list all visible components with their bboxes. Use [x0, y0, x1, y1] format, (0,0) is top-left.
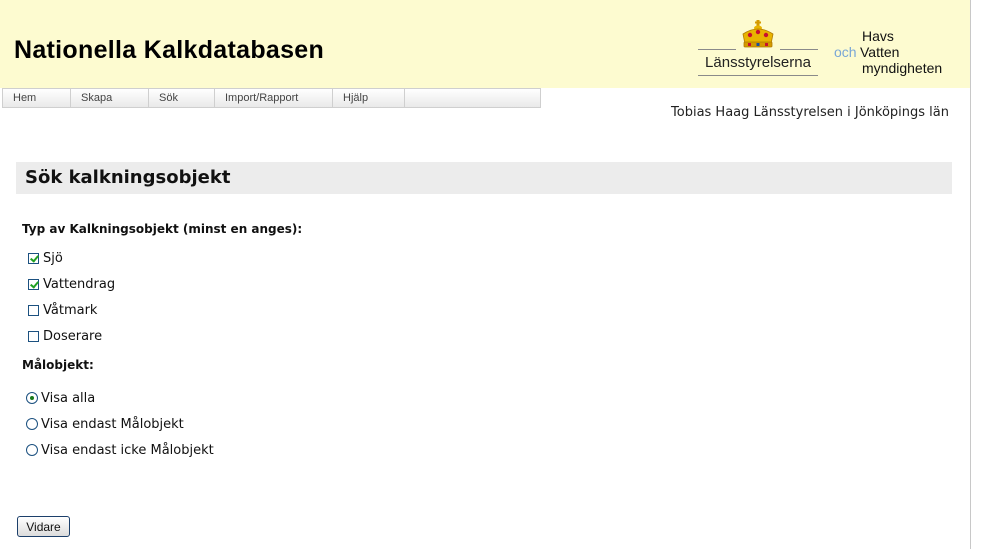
checkbox-vatmark[interactable]: Våtmark	[28, 302, 97, 318]
lansstyrelserna-logo: Länsstyrelserna	[696, 20, 820, 80]
radio-visa-alla[interactable]: Visa alla	[26, 390, 95, 406]
checkbox-vattendrag-label: Vattendrag	[43, 276, 116, 292]
checkbox-sjo[interactable]: Sjö	[28, 250, 63, 266]
radio-visa-icke-malobjekt[interactable]: Visa endast icke Målobjekt	[26, 442, 214, 458]
logged-in-user: Tobias Haag Länsstyrelsen i Jönköpings l…	[671, 105, 949, 120]
checkbox-doserare-label: Doserare	[43, 328, 103, 344]
radio-visa-icke-malobjekt-button[interactable]	[26, 444, 38, 456]
logo-rule-right	[780, 49, 818, 50]
radio-visa-alla-button[interactable]	[26, 392, 38, 404]
radio-visa-malobjekt-label: Visa endast Målobjekt	[41, 416, 184, 432]
checkbox-doserare[interactable]: Doserare	[28, 328, 102, 344]
typ-label: Typ av Kalkningsobjekt (minst en anges):	[22, 222, 303, 236]
checkbox-vattendrag[interactable]: Vattendrag	[28, 276, 115, 292]
malobjekt-label: Målobjekt:	[22, 358, 94, 372]
nav-item-skapa[interactable]: Skapa	[71, 89, 149, 107]
vidare-button[interactable]: Vidare	[17, 516, 70, 537]
havs-vatten-logo: och Havs Vatten myndigheten	[834, 28, 964, 80]
havs-logo-line1: Havs	[862, 28, 894, 44]
radio-visa-alla-label: Visa alla	[41, 390, 96, 406]
checkbox-vatmark-box[interactable]	[28, 304, 39, 316]
nav-item-import-rapport[interactable]: Import/Rapport	[215, 89, 333, 107]
checkbox-doserare-box[interactable]	[28, 330, 39, 342]
havs-logo-line3: myndigheten	[862, 60, 943, 76]
radio-visa-malobjekt-button[interactable]	[26, 418, 38, 430]
page: Nationella Kalkdatabasen Länsstyrelserna	[0, 0, 971, 549]
nav-item-hjalp[interactable]: Hjälp	[333, 89, 405, 107]
checkbox-vatmark-label: Våtmark	[43, 302, 98, 318]
radio-visa-malobjekt[interactable]: Visa endast Målobjekt	[26, 416, 184, 432]
radio-visa-icke-malobjekt-label: Visa endast icke Målobjekt	[41, 442, 214, 458]
crown-icon	[742, 20, 774, 48]
section-title: Sök kalkningsobjekt	[16, 162, 952, 194]
main-nav: Hem Skapa Sök Import/Rapport Hjälp	[2, 88, 541, 108]
lansstyrelserna-logo-text: Länsstyrelserna	[705, 54, 811, 71]
nav-item-sok[interactable]: Sök	[149, 89, 215, 107]
checkbox-sjo-label: Sjö	[43, 250, 63, 266]
nav-item-hem[interactable]: Hem	[3, 89, 71, 107]
header: Nationella Kalkdatabasen Länsstyrelserna	[0, 0, 970, 88]
checkbox-sjo-box[interactable]	[28, 252, 39, 264]
havs-logo-line2: Vatten	[860, 44, 900, 60]
nav-filler	[405, 89, 540, 107]
checkbox-vattendrag-box[interactable]	[28, 278, 39, 290]
logo-rule-bottom	[698, 75, 818, 76]
havs-logo-och: och	[834, 44, 857, 60]
site-title: Nationella Kalkdatabasen	[14, 36, 325, 64]
logo-rule-left	[698, 49, 736, 50]
